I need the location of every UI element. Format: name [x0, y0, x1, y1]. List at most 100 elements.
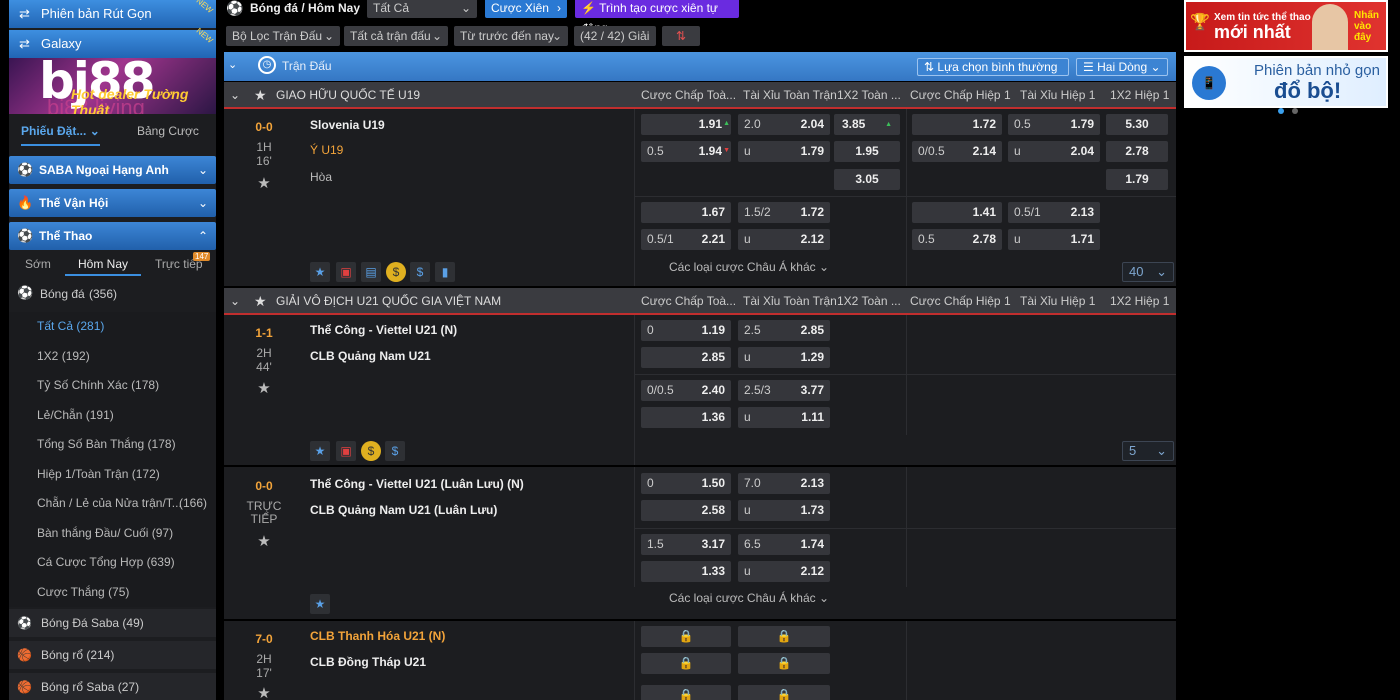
odds-cell[interactable]: 1.67 — [641, 202, 731, 223]
home-team[interactable]: CLB Thanh Hóa U21 (N) — [310, 629, 445, 643]
odds-cell[interactable]: u 1.79 — [738, 141, 830, 162]
odds-cell[interactable]: 6.5 1.74 — [738, 534, 830, 555]
odds-cell[interactable]: 1.5 3.17 — [641, 534, 731, 555]
auto-parlay-button[interactable]: ⚡ Trình tạo cược xiên tự động — [575, 0, 739, 35]
more-bets-button[interactable]: 5 ⌄ — [1122, 441, 1174, 461]
odds-cell[interactable]: 1.33 — [641, 561, 731, 582]
odds-cell[interactable]: 0 1.19 — [641, 320, 731, 341]
odds-cell[interactable]: 2.5/3 3.77 — [738, 380, 830, 401]
tab-today[interactable]: Hôm Nay — [65, 257, 141, 276]
odds-cell[interactable]: u 1.73 — [738, 500, 830, 521]
odds-cell[interactable]: 1.36 — [641, 407, 731, 428]
lines-select[interactable]: ☰ Hai Dòng ⌄ — [1076, 58, 1168, 76]
compact-version-ad-banner[interactable]: 📱 Phiên bản nhỏ gọn đổ bộ! — [1184, 56, 1388, 108]
star-icon[interactable]: ★ — [225, 379, 303, 397]
news-ad-banner[interactable]: Xem tin tức thể thao mới nhất 🏆 Nhấn vào… — [1184, 0, 1388, 52]
favorite-icon[interactable]: ★ — [310, 594, 330, 614]
all-matches-select[interactable]: Tất cả trận đấu ⌄ — [344, 26, 448, 46]
odds-cell[interactable]: 2.85 — [641, 347, 731, 368]
odds-cell[interactable]: u 1.11 — [738, 407, 830, 428]
sport-saba-football[interactable]: ⚽ Bóng Đá Saba (49) — [9, 609, 216, 637]
odds-cell[interactable]: 2.58 — [641, 500, 731, 521]
scoreboard-icon[interactable]: ▤ — [361, 262, 381, 282]
odds-cell[interactable]: 0.5 1.94 ▼ — [641, 141, 731, 162]
home-team[interactable]: Slovenia U19 — [310, 118, 385, 132]
sidebar-block-sports[interactable]: ⚽ Thể Thao ⌃ — [9, 222, 216, 250]
version-galaxy-button[interactable]: ⇄ Galaxy NEW — [9, 26, 216, 58]
odds-cell[interactable]: 7.0 2.13 — [738, 473, 830, 494]
odds-cell[interactable]: 2.0 2.04 — [738, 114, 830, 135]
odds-cell[interactable]: 0 1.50 — [641, 473, 731, 494]
odds-cell[interactable]: 0/0.5 2.14 — [912, 141, 1002, 162]
tab-bet-list[interactable]: Bảng Cược — [137, 124, 199, 138]
sidebar-block-olympics[interactable]: 🔥 Thế Vận Hội ⌄ — [9, 189, 216, 217]
collapse-icon[interactable]: ⌄ — [230, 82, 240, 108]
favorite-icon[interactable]: ★ — [310, 441, 330, 461]
bet-type-outright[interactable]: Cược Thắng (75) — [37, 585, 129, 599]
odds-cell[interactable]: 2.5 2.85 — [738, 320, 830, 341]
away-team[interactable]: CLB Đồng Tháp U21 — [310, 655, 426, 669]
bet-type-all[interactable]: Tất Cả (281) — [37, 319, 104, 333]
odds-cell[interactable]: u 2.12 — [738, 561, 830, 582]
brand-banner[interactable]: bj88.living bj88 Hot dealer Tường Thuật — [9, 58, 216, 114]
away-team[interactable]: Ý U19 — [310, 143, 343, 157]
bet-type-odd-even[interactable]: Lẻ/Chẵn (191) — [37, 408, 114, 422]
market-select[interactable]: Tất Cả ⌄ — [367, 0, 477, 18]
carousel-dot-active[interactable] — [1278, 108, 1284, 114]
odds-cell[interactable]: u 2.04 — [1008, 141, 1100, 162]
odds-cell[interactable]: 3.05 — [834, 169, 900, 190]
away-team[interactable]: CLB Quảng Nam U21 — [310, 349, 431, 363]
cashout-icon[interactable]: $ — [410, 262, 430, 282]
collapse-icon[interactable]: ⌄ — [230, 288, 240, 314]
bet-type-correct-score[interactable]: Tỷ Số Chính Xác (178) — [37, 378, 159, 392]
odds-cell[interactable]: 1.79 — [1106, 169, 1168, 190]
odds-cell[interactable]: 1.72 — [912, 114, 1002, 135]
odds-cell[interactable]: 3.85 ▲ — [834, 114, 900, 135]
league-count-button[interactable]: (42 / 42) Giải — [574, 26, 656, 46]
away-team[interactable]: CLB Quảng Nam U21 (Luân Lưu) — [310, 503, 497, 517]
star-icon[interactable]: ★ — [254, 288, 267, 314]
league-header[interactable]: ⌄ ★ GIAO HỮU QUỐC TẾ U19 Cược Chấp Toà..… — [224, 82, 1176, 108]
sort-odds-icon[interactable]: ⇅ — [662, 26, 700, 46]
star-icon[interactable]: ★ — [225, 174, 303, 192]
odds-cell[interactable]: 2.78 — [1106, 141, 1168, 162]
live-tv-icon[interactable]: ▣ — [336, 441, 356, 461]
cashout-icon[interactable]: $ — [385, 441, 405, 461]
home-team[interactable]: Thể Công - Viettel U21 (Luân Lưu) (N) — [310, 477, 524, 491]
star-icon[interactable]: ★ — [225, 684, 303, 700]
view-mode-select[interactable]: ⇅ Lựa chọn bình thường ⌄ — [917, 58, 1069, 90]
odds-cell[interactable]: u 2.12 — [738, 229, 830, 250]
odds-cell[interactable]: u 1.71 — [1008, 229, 1100, 250]
parlay-button[interactable]: Cược Xiên › — [485, 0, 567, 18]
coin-icon[interactable]: $ — [386, 262, 406, 282]
bet-type-mix[interactable]: Cá Cược Tổng Hợp (639) — [37, 555, 175, 569]
bet-type-total-goals[interactable]: Tổng Số Bàn Thắng (178) — [37, 437, 176, 451]
odds-cell[interactable]: 1.5/2 1.72 — [738, 202, 830, 223]
odds-cell[interactable]: 0.5/1 2.13 — [1008, 202, 1100, 223]
odds-cell[interactable]: 0.5 1.79 — [1008, 114, 1100, 135]
tab-bet-slip[interactable]: Phiếu Đặt... ⌄ — [21, 124, 100, 146]
other-asian-bets-link[interactable]: Các loại cược Châu Á khác ⌄ — [669, 591, 829, 605]
odds-cell[interactable]: 1.91 ▲ — [641, 114, 731, 135]
sport-basketball[interactable]: 🏀 Bóng rổ (214) — [9, 641, 216, 669]
odds-cell[interactable]: 1.95 — [834, 141, 900, 162]
star-icon[interactable]: ★ — [225, 532, 303, 550]
stats-icon[interactable]: ▮ — [435, 262, 455, 282]
bet-type-ht-ft[interactable]: Hiệp 1/Toàn Trận (172) — [37, 467, 160, 481]
sidebar-block-saba-epl[interactable]: ⚽ SABA Ngoại Hạng Anh ⌄ — [9, 156, 216, 184]
bet-type-1x2[interactable]: 1X2 (192) — [37, 349, 90, 363]
bet-type-first-last-goal[interactable]: Bàn thắng Đầu/ Cuối (97) — [37, 526, 173, 540]
star-icon[interactable]: ★ — [254, 82, 267, 108]
odds-cell[interactable]: u 1.29 — [738, 347, 830, 368]
collapse-icon[interactable]: ⌄ — [228, 58, 237, 71]
sort-select[interactable]: Từ trước đến nay ⌄ — [454, 26, 568, 46]
favorite-icon[interactable]: ★ — [310, 262, 330, 282]
bet-type-half-odd-even[interactable]: Chẵn / Lẻ của Nửa trận/T... — [37, 496, 182, 510]
match-filter-button[interactable]: Bộ Lọc Trận Đấu ⌄ — [226, 26, 340, 46]
coin-icon[interactable]: $ — [361, 441, 381, 461]
odds-cell[interactable]: 5.30 — [1106, 114, 1168, 135]
sport-saba-basketball[interactable]: 🏀 Bóng rổ Saba (27) — [9, 673, 216, 700]
home-team[interactable]: Thể Công - Viettel U21 (N) — [310, 323, 457, 337]
odds-cell[interactable]: 0.5/1 2.21 — [641, 229, 731, 250]
version-compact-button[interactable]: ⇄ Phiên bản Rút Gọn NEW — [9, 0, 216, 28]
